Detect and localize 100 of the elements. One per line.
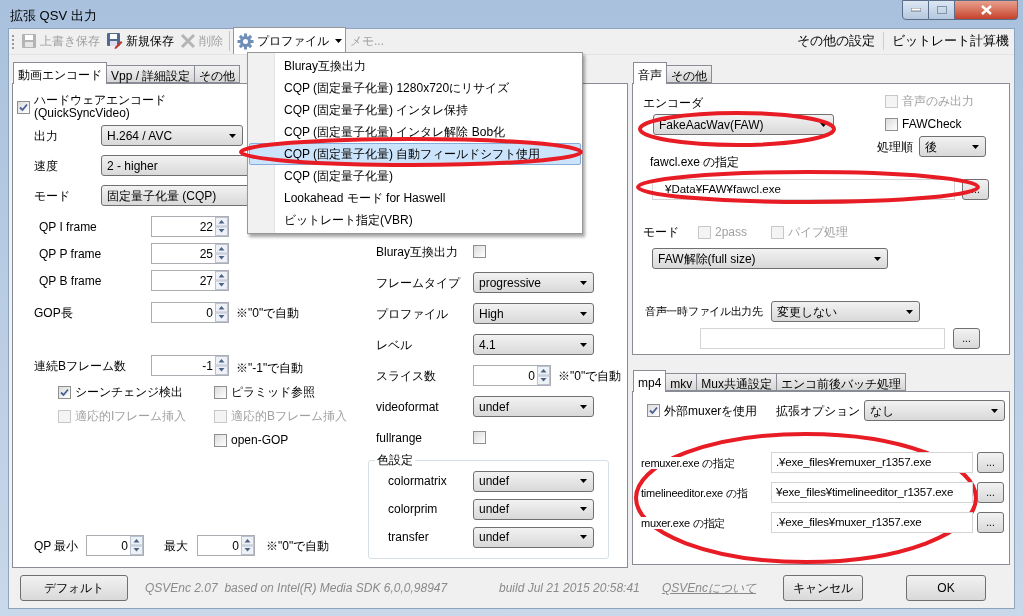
cancel-button[interactable]: キャンセル — [783, 575, 863, 601]
field-label: 速度 — [34, 157, 59, 175]
field-label: QP 最小 — [34, 537, 80, 555]
spinner-arrows-icon[interactable] — [130, 536, 143, 555]
field-label: 音声一時ファイル出力先 — [644, 304, 764, 320]
version-text: QSVEnc 2.07 based on Intel(R) Media SDK 6,0,0,98947 — [145, 580, 449, 597]
field-label: 連続Bフレーム数 — [34, 357, 127, 375]
spinner-arrows-icon[interactable] — [215, 303, 228, 322]
checkbox[interactable] — [647, 404, 660, 417]
minimize-button[interactable] — [902, 0, 929, 20]
input-field[interactable] — [700, 328, 945, 349]
spinner-arrows-icon[interactable] — [215, 356, 228, 375]
field-label: ※"-1"で自動 — [236, 359, 304, 377]
number-field[interactable]: 22 — [151, 216, 229, 237]
checkbox[interactable] — [58, 385, 71, 399]
dropdown[interactable]: undef — [473, 396, 594, 417]
field-label: GOP長 — [34, 304, 74, 322]
tab[interactable]: その他 — [194, 65, 241, 83]
maximize-icon — [936, 6, 947, 14]
checkbox-label: FAWCheck — [902, 116, 962, 133]
checkbox[interactable] — [17, 100, 30, 114]
spinner-arrows-icon[interactable] — [215, 271, 228, 290]
browse-button[interactable]: ... — [977, 482, 1004, 503]
checkbox[interactable] — [214, 433, 227, 447]
menu-item[interactable]: CQP (固定量子化量) 1280x720にリサイズ — [249, 77, 581, 99]
tab[interactable]: 動画エンコード — [13, 62, 107, 84]
dropdown[interactable]: undef — [473, 526, 594, 548]
checkbox-label: 適応的Bフレーム挿入 — [231, 408, 347, 425]
field-label: 最大 — [164, 537, 189, 555]
caret-icon — [580, 535, 587, 539]
number-field[interactable]: 27 — [151, 270, 229, 291]
toolbar-button[interactable]: ビットレート計算機 — [890, 31, 1011, 51]
grip-icon — [12, 34, 15, 50]
checkbox[interactable] — [214, 385, 227, 399]
close-button[interactable] — [955, 0, 1018, 20]
number-field[interactable]: 25 — [151, 243, 229, 264]
number-field[interactable]: 0 — [151, 302, 229, 323]
browse-button[interactable]: ... — [953, 328, 980, 349]
dropdown[interactable]: FAW解除(full size) — [652, 248, 888, 269]
number-field[interactable]: 0 — [86, 535, 144, 556]
browse-button[interactable]: ... — [977, 512, 1004, 533]
tab[interactable]: その他 — [666, 65, 712, 83]
field-label: ※"0"で自動 — [558, 367, 622, 385]
memo-field[interactable]: メモ... — [350, 31, 530, 51]
field-label: fullrange — [376, 429, 424, 447]
profile-menu-button[interactable]: プロファイル — [233, 27, 346, 54]
default-button[interactable]: デフォルト — [20, 575, 128, 601]
toolbar-button[interactable]: 新規保存 — [103, 29, 177, 52]
checkbox[interactable] — [473, 245, 486, 258]
caret-icon — [580, 479, 587, 483]
spinner-arrows-icon[interactable] — [537, 366, 550, 385]
tab[interactable]: Mux共通設定 — [696, 373, 777, 391]
spinner-arrows-icon[interactable] — [215, 244, 228, 263]
field-label: fawcl.exe の指定 — [649, 154, 740, 171]
spinner-arrows-icon[interactable] — [215, 217, 228, 236]
dropdown[interactable]: progressive — [473, 272, 594, 293]
field-label: remuxer.exe の指定 — [641, 456, 735, 469]
tab[interactable]: mp4 — [633, 370, 667, 392]
checkbox[interactable] — [473, 431, 486, 444]
menu-item[interactable]: Bluray互換出力 — [249, 55, 581, 77]
path-field[interactable]: .¥exe_files¥muxer_r1357.exe — [771, 512, 973, 533]
menu-item[interactable]: CQP (固定量子化量) インタレ保持 — [249, 99, 581, 121]
field-label: 拡張オプション — [776, 402, 860, 420]
tab[interactable]: Vpp / 詳細設定 — [106, 65, 196, 83]
path-field[interactable]: .¥exe_files¥remuxer_r1357.exe — [771, 452, 973, 473]
dropdown[interactable]: 後 — [919, 136, 986, 157]
field-label: 出力 — [34, 127, 59, 145]
checkbox[interactable] — [885, 117, 898, 131]
tab[interactable]: 音声 — [633, 62, 667, 84]
dropdown[interactable]: High — [473, 303, 594, 324]
tab[interactable]: mkv — [665, 373, 698, 391]
close-icon — [980, 5, 992, 15]
dropdown[interactable]: 4.1 — [473, 334, 594, 355]
checkbox-label: パイプ処理 — [788, 224, 849, 241]
browse-button[interactable]: ... — [977, 452, 1004, 473]
floppy-pen-icon — [106, 32, 123, 49]
build-text: build Jul 21 2015 20:58:41 — [499, 580, 641, 597]
tab[interactable]: エンコ前後バッチ処理 — [776, 373, 906, 391]
maximize-button[interactable] — [929, 0, 955, 20]
toolbar-button[interactable]: その他の設定 — [795, 31, 877, 51]
number-field[interactable]: 0 — [473, 365, 551, 386]
menu-item[interactable]: ビットレート指定(VBR) — [249, 209, 581, 231]
dropdown[interactable]: 変更しない — [771, 301, 920, 322]
dropdown[interactable]: undef — [473, 470, 594, 492]
dropdown[interactable]: なし — [864, 400, 1005, 421]
checkbox-label: open-GOP — [231, 432, 289, 449]
field-label: colormatrix — [387, 473, 448, 490]
checkbox-label: ピラミッド参照 — [231, 384, 315, 401]
caret-icon — [820, 122, 827, 127]
checkbox-label: 適応的Iフレーム挿入 — [75, 408, 187, 425]
field-label: timelineeditor.exe の指 — [641, 486, 748, 499]
dropdown[interactable]: H.264 / AVC — [101, 125, 243, 146]
number-field[interactable]: 0 — [197, 535, 255, 556]
ok-button[interactable]: OK — [906, 575, 986, 601]
dropdown[interactable]: undef — [473, 498, 594, 520]
spinner-arrows-icon[interactable] — [241, 536, 254, 555]
checkbox-label: 音声のみ出力 — [902, 93, 974, 110]
floppy-icon — [21, 32, 37, 49]
number-field[interactable]: -1 — [151, 355, 229, 376]
path-field[interactable]: ¥exe_files¥timelineeditor_r1357.exe — [771, 482, 973, 503]
